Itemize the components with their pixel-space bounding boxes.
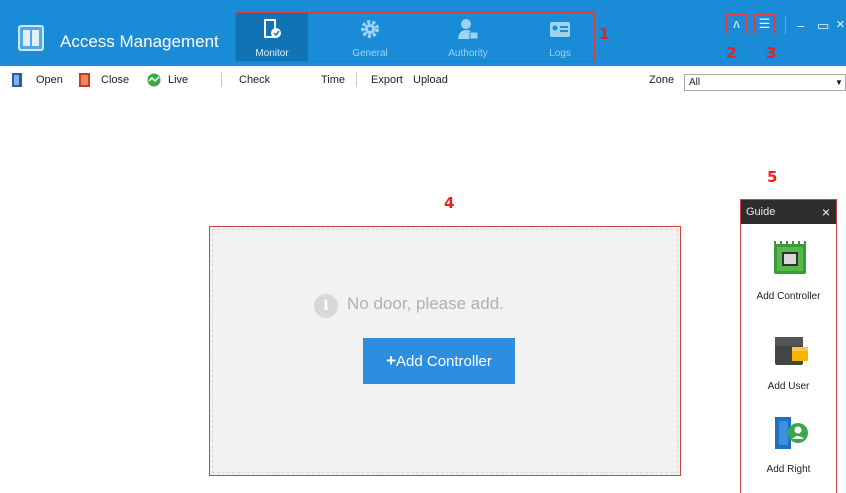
annotation-2: 2 (726, 44, 737, 62)
app-logo-icon (18, 25, 44, 51)
maximize-button[interactable]: ▭ (817, 18, 829, 34)
close-door-icon (79, 73, 90, 87)
minimize-button[interactable]: – (797, 18, 804, 33)
tab-monitor-label: Monitor (255, 48, 289, 59)
guide-add-controller-label: Add Controller (756, 291, 821, 302)
tab-general[interactable]: General (334, 13, 406, 61)
door-right-icon (775, 417, 808, 449)
toolbar-divider (221, 72, 222, 87)
empty-message: No door, please add. (347, 294, 504, 313)
info-icon: i (314, 294, 338, 318)
guide-close-icon[interactable]: × (822, 200, 830, 224)
module-tabs: Monitor General Authority Logs (235, 12, 595, 62)
guide-add-right[interactable]: Add Right (741, 414, 836, 476)
chevron-down-icon[interactable]: ▼ (834, 76, 844, 89)
open-button[interactable]: Open (36, 74, 63, 86)
tab-authority[interactable]: Authority (432, 13, 504, 61)
annotation-4: 4 (444, 194, 455, 212)
tab-monitor[interactable]: Monitor (236, 13, 308, 61)
annotation-3: 3 (766, 44, 777, 62)
tab-logs[interactable]: Logs (524, 13, 596, 61)
controller-chip-icon (774, 241, 806, 274)
guide-add-controller[interactable]: Add Controller (741, 240, 836, 302)
close-window-button[interactable]: × (836, 16, 845, 33)
menu-button[interactable]: ☰ (754, 14, 775, 34)
user-lock-icon (458, 19, 478, 40)
live-button[interactable]: Live (168, 74, 188, 86)
user-card-icon (775, 337, 808, 365)
upload-button[interactable]: Upload (413, 74, 448, 86)
toolbar-divider (356, 72, 357, 87)
zone-select-value: All (689, 77, 701, 88)
check-button[interactable]: Check (239, 74, 270, 86)
title-bar: Access Management Monitor General Author… (0, 0, 846, 66)
close-button[interactable]: Close (101, 74, 129, 86)
add-controller-button[interactable]: +Add Controller (363, 338, 515, 384)
time-button[interactable]: Time (321, 74, 345, 86)
annotation-5: 5 (767, 168, 778, 186)
title-divider (785, 16, 786, 34)
guide-add-right-label: Add Right (766, 464, 811, 475)
guide-add-user-label: Add User (767, 381, 810, 392)
guide-title: Guide (746, 206, 776, 218)
guide-header: Guide × (741, 200, 836, 224)
zone-select[interactable]: All ▼ (684, 74, 846, 91)
door-list-area: i No door, please add. +Add Controller (209, 226, 681, 476)
tab-authority-label: Authority (448, 48, 488, 59)
log-card-icon (550, 22, 570, 37)
export-button[interactable]: Export (371, 74, 403, 86)
guide-add-user[interactable]: Add User (741, 333, 836, 395)
app-title: Access Management (60, 32, 219, 51)
gear-icon (361, 20, 379, 38)
add-controller-label: Add Controller (396, 353, 492, 370)
open-door-icon (12, 73, 22, 87)
annotation-1: 1 (599, 25, 610, 43)
monitor-door-icon (264, 19, 281, 38)
tab-logs-label: Logs (549, 48, 571, 59)
zone-label: Zone (649, 74, 675, 86)
plus-icon: + (386, 351, 397, 370)
guide-panel: Guide × Add Controller Add User Add Righ… (740, 199, 837, 493)
help-button[interactable]: ᴧ (726, 14, 747, 34)
tab-general-label: General (352, 48, 388, 59)
live-icon (147, 73, 161, 87)
